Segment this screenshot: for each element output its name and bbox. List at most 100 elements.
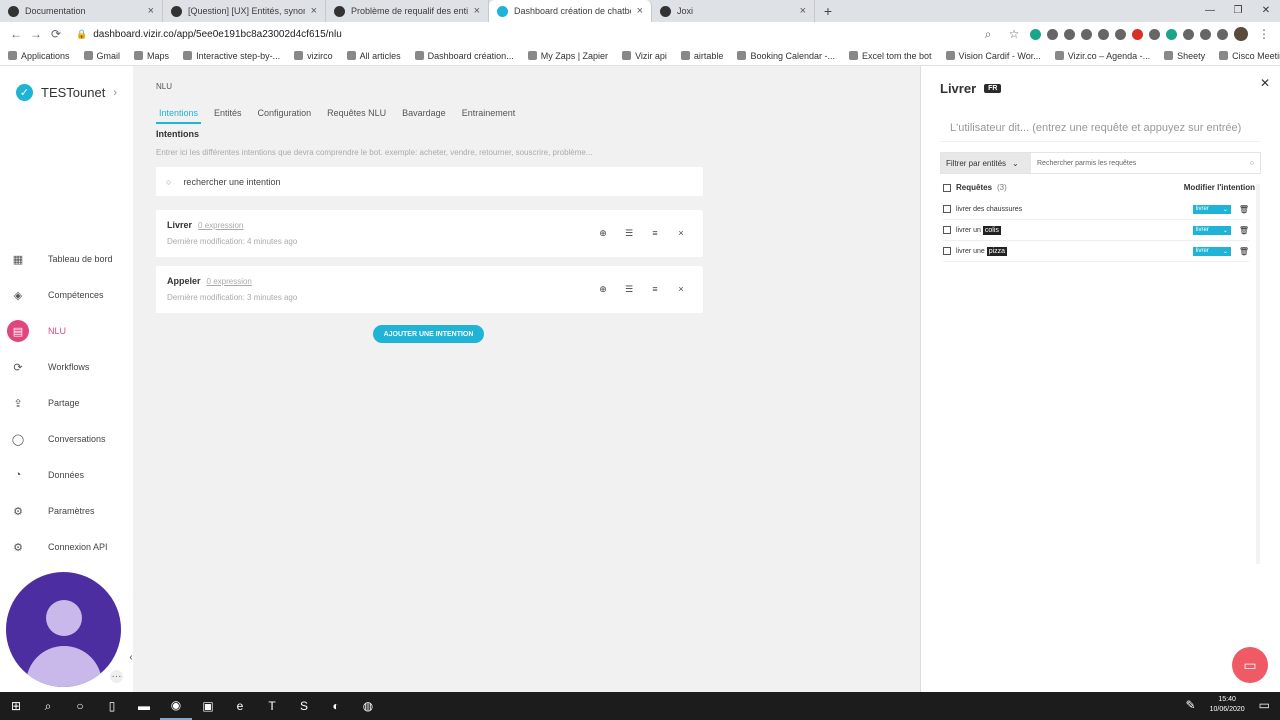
clock[interactable]: 15:40 10/06/2020 [1210,695,1245,715]
minimize-button[interactable]: — [1196,0,1224,22]
windows-start-icon[interactable]: ⊞ [0,692,32,720]
bookmark[interactable]: Vision Cardif - Wor... [945,51,1041,61]
back-icon[interactable]: ← [6,27,26,41]
close-icon[interactable]: × [800,5,806,17]
scrollbar[interactable] [1256,184,1260,564]
query-text[interactable]: livrer un colis [956,225,1193,235]
bookmark[interactable]: Sheety [1164,51,1205,61]
bookmark[interactable]: Cisco Meeting App [1219,51,1280,61]
more-icon[interactable]: ··· [110,670,123,683]
tab-entrainement[interactable]: Entrainement [459,108,519,124]
reload-icon[interactable]: ⟳ [46,27,66,41]
intent-card[interactable]: Appeler 0 expression Dernière modification… [156,266,703,313]
window-close-button[interactable]: ✕ [1252,0,1280,22]
extension-icon[interactable] [1064,28,1075,40]
chrome-icon[interactable]: ◉ [160,692,192,720]
target-icon[interactable]: ⊕ [595,225,611,241]
tab-requ-tes-nlu[interactable]: Requêtes NLU [324,108,389,124]
query-checkbox[interactable] [943,226,951,234]
app-icon[interactable]: ◐ [320,692,352,720]
tab-intentions[interactable]: Intentions [156,108,202,124]
extension-icon[interactable] [1047,28,1058,40]
task-view-icon[interactable]: ▯ [96,692,128,720]
extension-icon[interactable] [1217,28,1228,40]
close-icon[interactable]: × [311,5,317,17]
expression-count-link[interactable]: 0 expression [207,277,252,286]
entity-highlight[interactable]: colis [982,225,1001,235]
list-tree-icon[interactable]: ☰ [621,281,637,297]
query-row[interactable]: livrer des chaussures livrer ⌄ 🗑 [943,199,1249,220]
sidebar-item-comp-tences[interactable]: ◈ Compétences [0,277,133,313]
new-tab-button[interactable]: + [815,0,841,22]
trash-icon[interactable]: 🗑 [1239,205,1249,214]
tab-bavardage[interactable]: Bavardage [399,108,449,124]
select-all-checkbox[interactable] [943,183,951,192]
bookmark[interactable]: My Zaps | Zapier [527,51,608,61]
extension-icon[interactable] [1200,28,1211,40]
bookmark[interactable]: vizirco [294,51,333,61]
app-icon[interactable]: ▣ [192,692,224,720]
menu-list-icon[interactable]: ≡ [647,225,663,241]
browser-tab[interactable]: Joxi × [652,0,815,22]
brand-switcher[interactable]: ✓ TESTounet › [16,84,117,101]
extension-icon[interactable] [1081,28,1092,40]
bookmark[interactable]: Dashboard création... [414,51,514,61]
cortana-icon[interactable]: ○ [64,692,96,720]
close-icon[interactable]: × [148,5,154,17]
sidebar-item-donn-es[interactable]: ◔ Données [0,457,133,493]
pen-icon[interactable]: ✎ [1186,698,1196,712]
forward-icon[interactable]: → [26,27,46,41]
menu-list-icon[interactable]: ≡ [647,281,663,297]
extension-icon[interactable] [1115,28,1126,40]
bookmark[interactable]: Excel tom the bot [849,51,932,61]
maximize-button[interactable]: ❐ [1224,0,1252,22]
add-intent-button[interactable]: AJOUTER UNE INTENTION [373,325,484,343]
file-explorer-icon[interactable]: ▬ [128,692,160,720]
list-tree-icon[interactable]: ☰ [621,225,637,241]
sidebar-item-nlu[interactable]: ▤ NLU [0,313,133,349]
bookmark[interactable]: Vizir api [622,51,667,61]
bookmark[interactable]: All articles [346,51,401,61]
sidebar-item-connexion-api[interactable]: ⚙ Connexion API [0,529,133,565]
entity-filter-dropdown[interactable]: Filtrer par entités ⌄ [941,153,1031,173]
sidebar-item-conversations[interactable]: ◯ Conversations [0,421,133,457]
query-row[interactable]: livrer un colis livrer ⌄ 🗑 [943,220,1249,241]
close-icon[interactable]: × [474,5,480,17]
browser-tab[interactable]: Documentation × [0,0,163,22]
intent-card[interactable]: Livrer 0 expression Dernière modification:… [156,210,703,257]
extension-icon[interactable] [1166,28,1177,40]
trash-icon[interactable]: 🗑 [1239,226,1249,235]
tab-entit-s[interactable]: Entités [211,108,245,124]
chat-launcher-button[interactable]: ▭ [1232,647,1268,683]
trash-icon[interactable]: 🗑 [1239,247,1249,256]
intent-select[interactable]: livrer ⌄ [1192,204,1231,214]
browser-tab-active[interactable]: Dashboard création de chatbot × [489,0,652,22]
edge-icon[interactable]: e [224,692,256,720]
sidebar-item-partage[interactable]: ⇪ Partage [0,385,133,421]
intent-select[interactable]: livrer ⌄ [1192,225,1231,235]
utterance-input[interactable]: L'utilisateur dit... (entrez une requête… [940,114,1260,142]
intent-search-input[interactable]: ○ rechercher une intention [156,167,703,196]
menu-icon[interactable]: ⋮ [1254,27,1274,41]
sidebar-item-tableau-de-bord[interactable]: ▦ Tableau de bord [0,241,133,277]
star-icon[interactable]: ☆ [1004,27,1024,41]
target-icon[interactable]: ⊕ [595,281,611,297]
extension-icon[interactable] [1098,28,1109,40]
sidebar-item-workflows[interactable]: ⟳ Workflows [0,349,133,385]
close-panel-icon[interactable]: ✕ [1260,76,1270,90]
bookmark[interactable]: Booking Calendar -... [737,51,835,61]
expression-count-link[interactable]: 0 expression [198,221,243,230]
teams-icon[interactable]: T [256,692,288,720]
delete-x-icon[interactable]: × [673,225,689,241]
browser-tab[interactable]: [Question] [UX] Entités, synonym× [163,0,326,22]
profile-avatar[interactable] [1234,27,1248,41]
intent-select[interactable]: livrer ⌄ [1192,246,1231,256]
bookmark[interactable]: airtable [680,51,723,61]
search-icon[interactable]: ⌕ [32,692,64,720]
query-search-input[interactable]: Rechercher parmis les requêtes ○ [1031,153,1260,173]
browser-tab[interactable]: Problème de requalif des entités × [326,0,489,22]
extension-icon[interactable] [1183,28,1194,40]
extension-icon[interactable] [1149,28,1160,40]
zoom-icon[interactable]: ⌕ [978,27,998,42]
entity-highlight[interactable]: pizza [986,246,1008,256]
